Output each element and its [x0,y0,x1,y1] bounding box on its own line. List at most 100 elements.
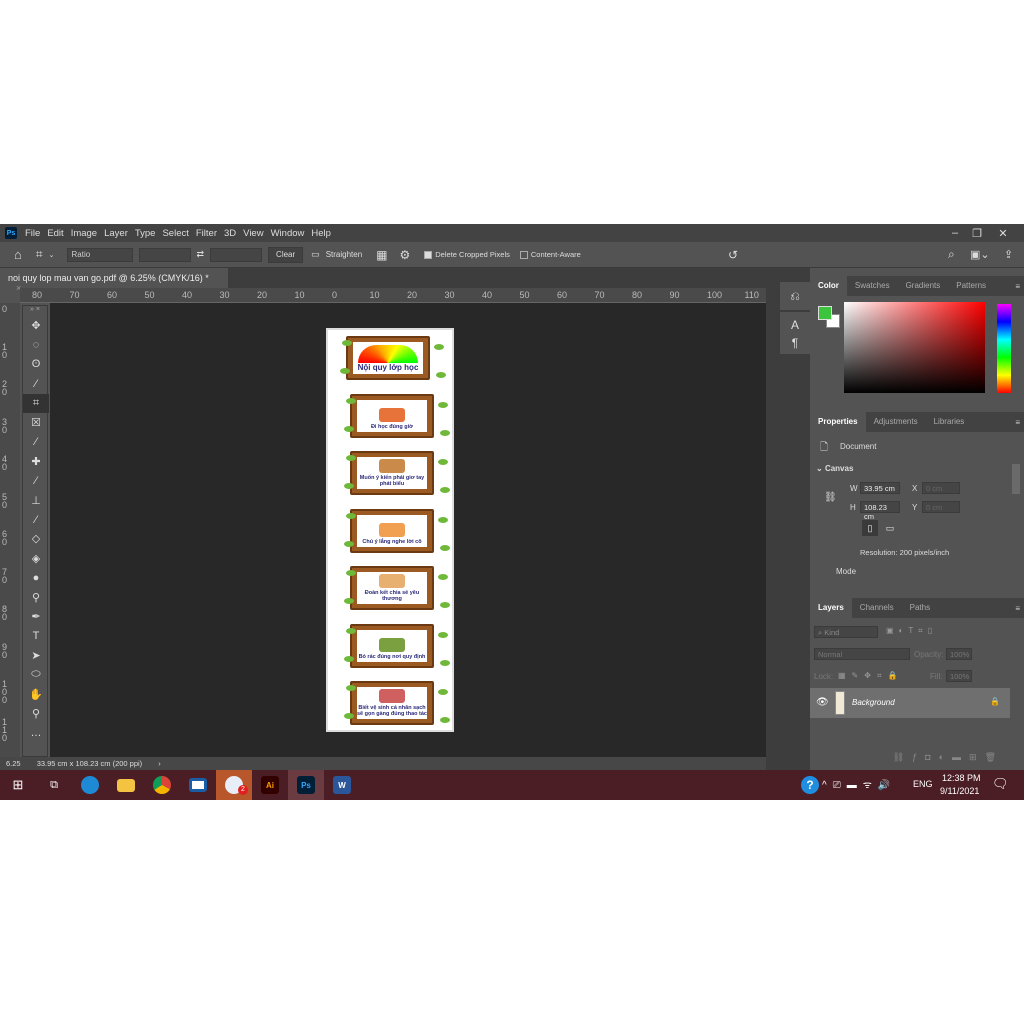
menu-type[interactable]: Type [135,228,156,239]
x-input[interactable]: 0 cm [922,482,960,494]
tab-layers[interactable]: Layers [810,598,852,618]
search-icon[interactable]: ⌕ [948,247,955,262]
chrome-icon[interactable] [144,770,180,800]
tab-patterns[interactable]: Patterns [948,276,994,296]
color-field[interactable] [844,302,985,393]
stamp-tool-icon[interactable]: ⊥ [23,491,49,510]
tab-adjustments[interactable]: Adjustments [866,412,926,432]
eyedropper-tool-icon[interactable]: ⁄ [23,432,49,451]
home-icon[interactable]: ⌂ [14,247,22,262]
reset-icon[interactable]: ↺ [728,248,738,262]
file-explorer-icon[interactable] [108,770,144,800]
height-input[interactable]: 108.23 cm [860,501,900,521]
overlay-grid-icon[interactable]: ▦ [376,248,387,262]
minimize-button[interactable]: – [944,224,966,242]
ellipse-tool-icon[interactable]: ⬭ [23,665,49,684]
canvas-section-toggle[interactable]: ⌄ Canvas [816,464,853,473]
more-tool-icon[interactable]: … [23,723,49,742]
restore-button[interactable]: ❐ [966,224,988,242]
status-menu-arrow[interactable]: › [158,759,161,768]
layer-actions[interactable]: ⛓ƒ◘◐▬⊞🗑 [810,752,1024,770]
link-icon[interactable]: ⛓ [824,492,837,503]
app-icon[interactable] [180,770,216,800]
crop-tool-icon[interactable]: ⌗ [36,247,43,262]
clear-button[interactable]: Clear [268,246,304,263]
zoom-level[interactable]: 6.25 [6,759,21,768]
character-icon[interactable]: A ¶ [780,312,810,354]
foreground-color-swatch[interactable] [818,306,832,320]
windows-start-icon[interactable]: ⊞ [0,770,36,800]
layer-kind-filter[interactable]: ⌕ Kind [814,626,878,638]
gear-icon[interactable]: ⚙ [400,248,411,262]
brush-tool-icon[interactable]: ⁄ [23,471,49,490]
clock-time[interactable]: 12:38 PM [942,773,981,783]
notifications-icon[interactable]: 🗨 [992,776,1009,792]
share-icon[interactable]: ⇪ [1004,248,1013,261]
tab-properties[interactable]: Properties [810,412,866,432]
chevron-down-icon[interactable]: ⌄ [49,251,55,259]
y-input[interactable]: 0 cm [922,501,960,513]
move-tool-icon[interactable]: ✥ [23,316,49,335]
toolbar-header[interactable]: » × [23,306,47,316]
properties-scrollbar[interactable] [1012,464,1020,494]
landscape-orientation-button[interactable]: ▭ [882,520,898,536]
visibility-eye-icon[interactable]: 👁 [816,697,829,708]
fill-input[interactable]: 100% [946,670,972,682]
crop-tool-icon[interactable]: ⌗ [23,393,49,413]
ratio-height-input[interactable] [210,247,263,262]
menu-help[interactable]: Help [311,228,331,239]
system-tray-icons[interactable]: ^⎚▬ᯤ🔊 [822,777,896,791]
blend-mode-select[interactable]: Normal [814,648,910,660]
straighten-button[interactable]: Straighten [326,250,362,259]
layer-row-background[interactable]: 👁 Background 🔒 [810,688,1010,718]
content-aware-checkbox[interactable] [519,250,528,259]
menu-view[interactable]: View [243,228,263,239]
menu-3d[interactable]: 3D [224,228,236,239]
dodge-tool-icon[interactable]: ⚲ [23,587,49,606]
clock-date[interactable]: 9/11/2021 [940,786,979,796]
photoshop-taskbar-icon[interactable]: Ps [288,770,324,800]
edge-icon[interactable] [72,770,108,800]
menu-filter[interactable]: Filter [196,228,217,239]
task-view-icon[interactable]: ⧉ [36,770,72,800]
ratio-width-input[interactable] [138,247,191,262]
panel-menu-icon[interactable]: ≡ [1015,418,1020,427]
history-brush-tool-icon[interactable]: ⁄ [23,510,49,529]
menu-select[interactable]: Select [162,228,188,239]
panel-menu-icon[interactable]: ≡ [1015,282,1020,291]
close-button[interactable]: ✕ [992,224,1014,242]
magic-wand-tool-icon[interactable]: ⁄ [23,374,49,393]
paint-bucket-tool-icon[interactable]: ◈ [23,549,49,568]
lasso-tool-icon[interactable]: ʘ [23,355,49,374]
eraser-tool-icon[interactable]: ◇ [23,529,49,548]
zoom-tool-icon[interactable]: ⚲ [23,704,49,723]
illustrator-icon[interactable]: Ai [252,770,288,800]
width-input[interactable]: 33.95 cm [860,482,900,494]
swap-icon[interactable]: ⇄ [197,249,205,260]
document-canvas[interactable]: Nội quy lớp học Đi học đúng giờ Muốn ý kiế… [326,328,454,732]
layer-filter-icons[interactable]: ▣◐T⌗▯ [886,626,937,636]
opacity-input[interactable]: 100% [946,648,972,660]
pen-tool-icon[interactable]: ✒ [23,607,49,626]
tab-swatches[interactable]: Swatches [847,276,898,296]
tab-paths[interactable]: Paths [902,598,938,618]
zalo-icon[interactable]: 2 [216,770,252,800]
workspace-icon[interactable]: ▣⌄ [970,248,990,261]
word-icon[interactable]: W [324,770,360,800]
panel-menu-icon[interactable]: ≡ [1015,604,1020,613]
tab-gradients[interactable]: Gradients [898,276,949,296]
marquee-tool-icon[interactable]: ◌ [23,335,49,354]
delete-cropped-checkbox[interactable] [424,250,433,259]
menu-layer[interactable]: Layer [104,228,128,239]
history-icon[interactable]: ⎌ [780,282,810,310]
path-selection-tool-icon[interactable]: ➤ [23,646,49,665]
menu-image[interactable]: Image [71,228,97,239]
language-indicator[interactable]: ENG [913,779,933,789]
ratio-select[interactable]: Ratio [66,247,133,262]
straighten-icon[interactable]: ▭ [311,249,320,260]
document-tab[interactable]: noi quy lop mau van go.pdf @ 6.25% (CMYK… [0,268,228,293]
portrait-orientation-button[interactable]: ▯ [862,520,878,536]
tab-libraries[interactable]: Libraries [926,412,973,432]
type-tool-icon[interactable]: T [23,626,49,645]
lock-icons[interactable]: ▦✎✥⌗🔒 [838,671,903,681]
